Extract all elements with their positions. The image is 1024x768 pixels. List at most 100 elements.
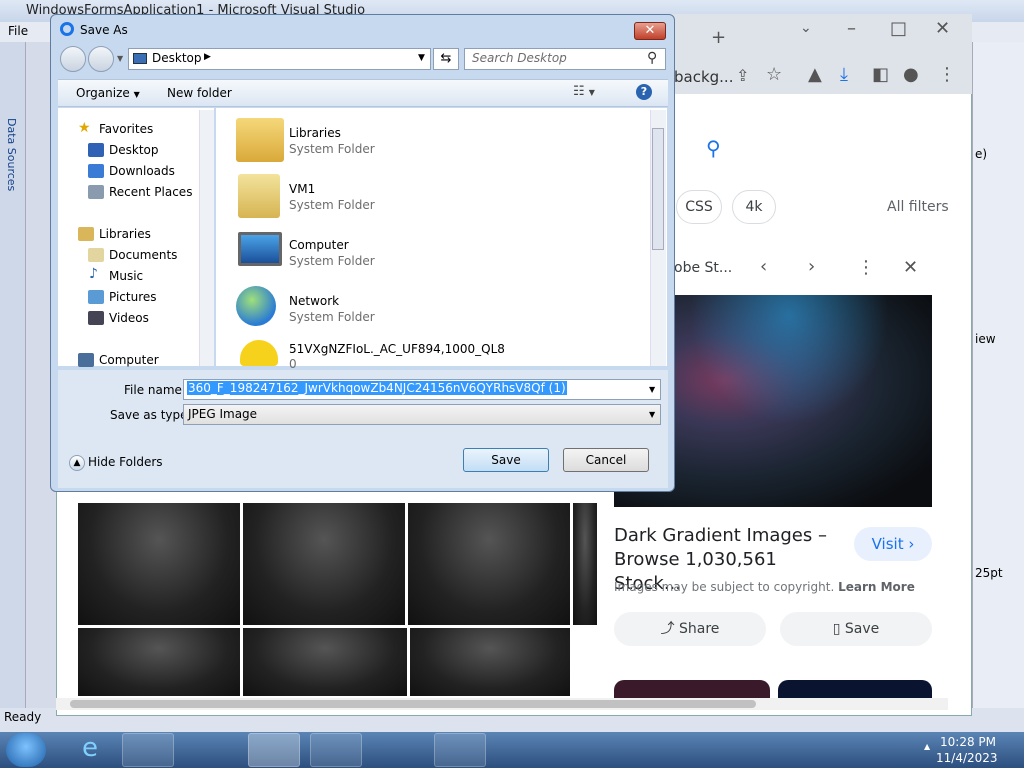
save-image-button[interactable]: ▯ Save xyxy=(780,612,932,646)
file-type: System Folder xyxy=(289,142,375,156)
data-sources-tab[interactable]: Data Sources xyxy=(2,118,18,191)
nav-music[interactable]: Music xyxy=(109,269,143,283)
visual-studio-taskbar-icon[interactable] xyxy=(310,733,362,767)
image-thumb[interactable] xyxy=(573,503,597,625)
address-dropdown-icon[interactable]: ▼ xyxy=(418,53,425,63)
nav-downloads[interactable]: Downloads xyxy=(109,164,175,178)
search-icon[interactable]: ⚲ xyxy=(647,50,657,66)
paint-taskbar-icon[interactable] xyxy=(434,733,486,767)
libraries-folder-icon xyxy=(236,118,284,162)
media-player-icon[interactable] xyxy=(184,733,236,767)
close-icon[interactable]: ✕ xyxy=(935,18,950,39)
nav-favorites[interactable]: Favorites xyxy=(99,122,153,136)
new-tab-button[interactable]: + xyxy=(711,27,726,48)
next-icon[interactable]: › xyxy=(808,256,815,277)
file-name[interactable]: Libraries xyxy=(289,126,341,140)
address-bar-text[interactable]: backg... xyxy=(674,68,733,86)
file-type: System Folder xyxy=(289,198,375,212)
save-button[interactable]: Save xyxy=(463,448,549,472)
extensions-icon[interactable]: ▲ xyxy=(808,64,822,85)
share-button[interactable]: ⤴ Share xyxy=(614,612,766,646)
chip-css[interactable]: CSS xyxy=(676,190,722,224)
search-icon[interactable]: ⚲ xyxy=(706,136,721,160)
file-name[interactable]: Network xyxy=(289,294,339,308)
download-icon[interactable]: ⤓ xyxy=(840,64,848,85)
related-image[interactable] xyxy=(614,680,770,700)
tray-arrow-icon[interactable]: ▲ xyxy=(924,742,930,751)
file-name[interactable]: VM1 xyxy=(289,182,315,196)
file-name-label: File name: xyxy=(124,383,186,397)
maximize-icon[interactable]: □ xyxy=(890,18,907,39)
scrollbar-thumb[interactable] xyxy=(70,700,756,708)
chip-4k[interactable]: 4k xyxy=(732,190,776,224)
nav-documents[interactable]: Documents xyxy=(109,248,177,262)
nav-scrollbar[interactable] xyxy=(199,110,214,366)
vs-right-text: e) xyxy=(975,147,988,161)
vs-status-text: Ready xyxy=(4,710,42,724)
breadcrumb-arrow-icon[interactable]: ▶ xyxy=(204,52,211,62)
favorites-star-icon: ★ xyxy=(78,120,91,136)
internet-explorer-icon[interactable]: e xyxy=(64,733,116,767)
vs-menu-file[interactable]: File xyxy=(8,24,28,38)
share-icon[interactable]: ⇪ xyxy=(736,66,749,85)
learn-more-link[interactable]: Learn More xyxy=(838,580,915,594)
copyright-note: Images may be subject to copyright. Lear… xyxy=(614,580,915,594)
file-list-scroll-thumb[interactable] xyxy=(652,128,664,250)
nav-computer[interactable]: Computer xyxy=(99,353,159,367)
nav-videos[interactable]: Videos xyxy=(109,311,149,325)
menu-icon[interactable]: ⋮ xyxy=(938,64,956,85)
explorer-taskbar-icon[interactable] xyxy=(122,733,174,767)
chrome-icon xyxy=(60,22,74,36)
save-type-value[interactable]: JPEG Image xyxy=(188,407,257,421)
organize-menu[interactable]: Organize ▼ xyxy=(76,86,140,100)
cancel-button[interactable]: Cancel xyxy=(563,448,649,472)
side-panel-icon[interactable]: ◧ xyxy=(872,64,889,85)
panel-source[interactable]: obe St... xyxy=(674,260,732,276)
file-name-value[interactable]: 360_F_198247162_JwrVkhqowZb4NJC24156nV6Q… xyxy=(187,381,567,395)
network-icon xyxy=(236,286,276,326)
more-icon[interactable]: ⋮ xyxy=(857,257,875,278)
nav-pictures[interactable]: Pictures xyxy=(109,290,157,304)
nav-libraries[interactable]: Libraries xyxy=(99,227,151,241)
back-button[interactable] xyxy=(60,46,86,72)
image-thumb[interactable] xyxy=(410,628,570,696)
start-button[interactable] xyxy=(6,733,46,767)
recent-locations-icon[interactable]: ▼ xyxy=(117,54,123,63)
nav-desktop[interactable]: Desktop xyxy=(109,143,159,157)
file-name-dropdown-icon[interactable]: ▼ xyxy=(649,385,655,394)
recent-places-icon xyxy=(88,185,104,199)
help-icon[interactable]: ? xyxy=(636,84,652,100)
tab-list-icon[interactable]: ⌄ xyxy=(800,20,812,36)
refresh-button[interactable]: ⇆ xyxy=(433,48,459,70)
save-type-dropdown-icon[interactable]: ▼ xyxy=(649,410,655,419)
image-thumb[interactable] xyxy=(78,503,240,625)
mouse-app-icon[interactable] xyxy=(372,733,424,767)
forward-button[interactable] xyxy=(88,46,114,72)
image-thumb[interactable] xyxy=(243,503,405,625)
hide-folders-button[interactable]: Hide Folders xyxy=(88,455,163,469)
address-text[interactable]: Desktop xyxy=(152,51,202,65)
nav-recent-places[interactable]: Recent Places xyxy=(109,185,192,199)
file-name[interactable]: Computer xyxy=(289,238,349,252)
new-folder-button[interactable]: New folder xyxy=(167,86,232,100)
view-options-icon[interactable]: ☷ ▼ xyxy=(573,84,595,99)
profile-icon[interactable]: ● xyxy=(903,64,919,85)
clock-time[interactable]: 10:28 PM xyxy=(940,735,996,749)
minimize-icon[interactable]: – xyxy=(847,18,856,39)
all-filters[interactable]: All filters xyxy=(887,199,949,215)
prev-icon[interactable]: ‹ xyxy=(760,256,767,277)
visit-button[interactable]: Visit › xyxy=(854,527,932,561)
image-thumb[interactable] xyxy=(78,628,240,696)
file-name[interactable]: 51VXgNZFIoL._AC_UF894,1000_QL8 xyxy=(289,342,505,356)
related-image[interactable] xyxy=(778,680,932,700)
file-type: System Folder xyxy=(289,310,375,324)
hide-folders-icon[interactable]: ▲ xyxy=(69,455,85,471)
panel-close-icon[interactable]: ✕ xyxy=(903,257,918,278)
clock-date[interactable]: 11/4/2023 xyxy=(936,751,998,765)
save-image-label: Save xyxy=(844,621,880,637)
image-thumb[interactable] xyxy=(408,503,570,625)
image-thumb[interactable] xyxy=(243,628,407,696)
dialog-close-button[interactable]: ✕ xyxy=(634,22,666,40)
chrome-taskbar-icon[interactable] xyxy=(248,733,300,767)
bookmark-star-icon[interactable]: ☆ xyxy=(766,64,782,85)
